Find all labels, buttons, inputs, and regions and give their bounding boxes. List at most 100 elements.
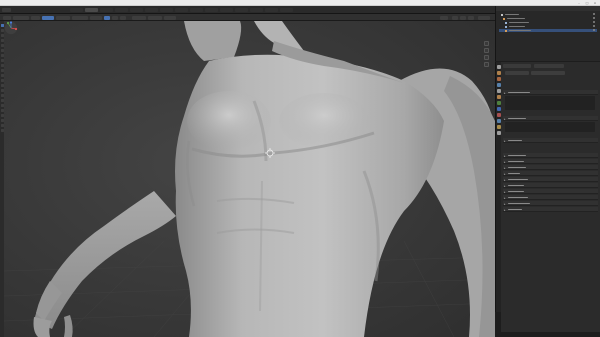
- visibility-eye-icon[interactable]: [593, 29, 595, 31]
- object-type-icon: [505, 25, 507, 28]
- properties-section[interactable]: ▸: [503, 153, 598, 158]
- workspace-tab[interactable]: [145, 8, 158, 12]
- chevron-right-icon: ▸: [504, 189, 506, 194]
- shading-rendered-button[interactable]: [468, 15, 474, 20]
- visibility-eye-icon[interactable]: [593, 17, 595, 19]
- workspace-tab[interactable]: [205, 8, 218, 12]
- section-label: [508, 196, 528, 199]
- symmetry-x-toggle[interactable]: [104, 15, 110, 20]
- section-label: [508, 91, 530, 94]
- blender-logo-icon[interactable]: [2, 8, 11, 12]
- section-label: [508, 184, 524, 187]
- outliner-header: [496, 6, 600, 11]
- visibility-eye-icon[interactable]: [593, 25, 595, 27]
- properties-section[interactable]: ▸: [503, 90, 598, 95]
- chevron-right-icon: ▸: [504, 207, 506, 212]
- outliner-row-label: [509, 25, 525, 28]
- object-name-field[interactable]: [503, 64, 531, 68]
- menu-render[interactable]: [35, 8, 44, 12]
- workspace-tab[interactable]: [175, 8, 188, 12]
- editor-type-button[interactable]: [3, 15, 11, 20]
- strength-field[interactable]: [72, 15, 88, 20]
- symmetry-z-toggle[interactable]: [120, 15, 126, 20]
- minimize-icon[interactable]: –: [577, 1, 581, 5]
- shading-options-button[interactable]: [478, 15, 490, 20]
- outliner-row[interactable]: [499, 13, 597, 16]
- chevron-right-icon: ▸: [504, 177, 506, 182]
- menu-help[interactable]: [57, 8, 66, 12]
- hand-icon[interactable]: [484, 48, 489, 53]
- data-name-field[interactable]: [534, 64, 564, 68]
- properties-section[interactable]: ▸: [503, 171, 598, 176]
- visibility-eye-icon[interactable]: [593, 21, 595, 23]
- brush-selector[interactable]: [42, 15, 54, 20]
- workspace-tab[interactable]: [265, 8, 278, 12]
- properties-section[interactable]: ▸: [503, 201, 598, 206]
- properties-section[interactable]: ▸: [503, 159, 598, 164]
- workspace-tab[interactable]: [70, 8, 83, 12]
- mesh-data-name[interactable]: [531, 71, 565, 75]
- properties-section[interactable]: ▸: [503, 138, 598, 143]
- outliner-row[interactable]: [499, 29, 597, 32]
- workspace-tab[interactable]: [250, 8, 263, 12]
- workspace-tab[interactable]: [190, 8, 203, 12]
- shading-material-button[interactable]: [460, 15, 466, 20]
- shape-keys-list[interactable]: [505, 122, 595, 132]
- menu-window[interactable]: [46, 8, 55, 12]
- properties-section[interactable]: ▸: [503, 116, 598, 121]
- properties-section[interactable]: ▸: [503, 165, 598, 170]
- properties-section[interactable]: ▸: [503, 183, 598, 188]
- chevron-right-icon: ▸: [504, 116, 506, 121]
- workspace-tab[interactable]: [85, 8, 98, 12]
- viewport-canvas[interactable]: [4, 21, 495, 337]
- section-label: [508, 117, 526, 120]
- workspace-tab[interactable]: [115, 8, 128, 12]
- close-icon[interactable]: ×: [593, 1, 597, 5]
- workspace-tab[interactable]: [220, 8, 233, 12]
- vertex-groups-list[interactable]: [505, 96, 595, 110]
- object-type-icon: [501, 13, 503, 16]
- overlay-toggle[interactable]: [440, 15, 448, 20]
- object-type-icon: [505, 21, 507, 24]
- menu-file[interactable]: [13, 8, 22, 12]
- workspace-tab[interactable]: [280, 8, 293, 12]
- workspace-tab[interactable]: [160, 8, 173, 12]
- view-menu[interactable]: [31, 15, 40, 20]
- outliner-row[interactable]: [499, 17, 597, 20]
- radius-field[interactable]: [56, 15, 70, 20]
- workspace-tab[interactable]: [100, 8, 113, 12]
- workspace-tab[interactable]: [235, 8, 248, 12]
- symmetry-y-toggle[interactable]: [112, 15, 118, 20]
- properties-panel: ▸ ▸ ▸ ▸ ▸ ▸ ▸ ▸ ▸ ▸ ▸ ▸ ▸: [501, 62, 600, 332]
- properties-section[interactable]: ▸: [503, 195, 598, 200]
- dyntopo-toggle[interactable]: [132, 15, 146, 20]
- outliner-row[interactable]: [499, 21, 597, 24]
- properties-section[interactable]: ▸: [503, 177, 598, 182]
- 3d-viewport[interactable]: [4, 21, 495, 337]
- section-label: [508, 166, 526, 169]
- outliner-row-label: [505, 13, 519, 16]
- section-label: [508, 154, 526, 157]
- chevron-right-icon: ▸: [504, 153, 506, 158]
- options-menu[interactable]: [164, 15, 176, 20]
- shading-solid-button[interactable]: [452, 15, 458, 20]
- menu-edit[interactable]: [24, 8, 33, 12]
- maximize-icon[interactable]: □: [585, 1, 589, 5]
- outliner-row[interactable]: [499, 25, 597, 28]
- section-label: [508, 190, 524, 193]
- outliner-row-label: [509, 21, 529, 24]
- properties-section[interactable]: ▸: [503, 207, 598, 212]
- workspace-tab[interactable]: [130, 8, 143, 12]
- mode-dropdown[interactable]: [13, 15, 29, 20]
- camera-icon[interactable]: [484, 55, 489, 60]
- grid-icon[interactable]: [484, 62, 489, 67]
- mesh-data-selector[interactable]: [505, 71, 529, 75]
- navigation-gizmo[interactable]: [4, 21, 18, 35]
- remesh-menu[interactable]: [148, 15, 162, 20]
- zoom-icon[interactable]: [484, 41, 489, 46]
- properties-section[interactable]: ▸: [503, 189, 598, 194]
- viewport-header: [0, 14, 495, 21]
- direction-toggle[interactable]: [90, 15, 102, 20]
- section-label: [508, 172, 520, 175]
- visibility-eye-icon[interactable]: [593, 13, 595, 15]
